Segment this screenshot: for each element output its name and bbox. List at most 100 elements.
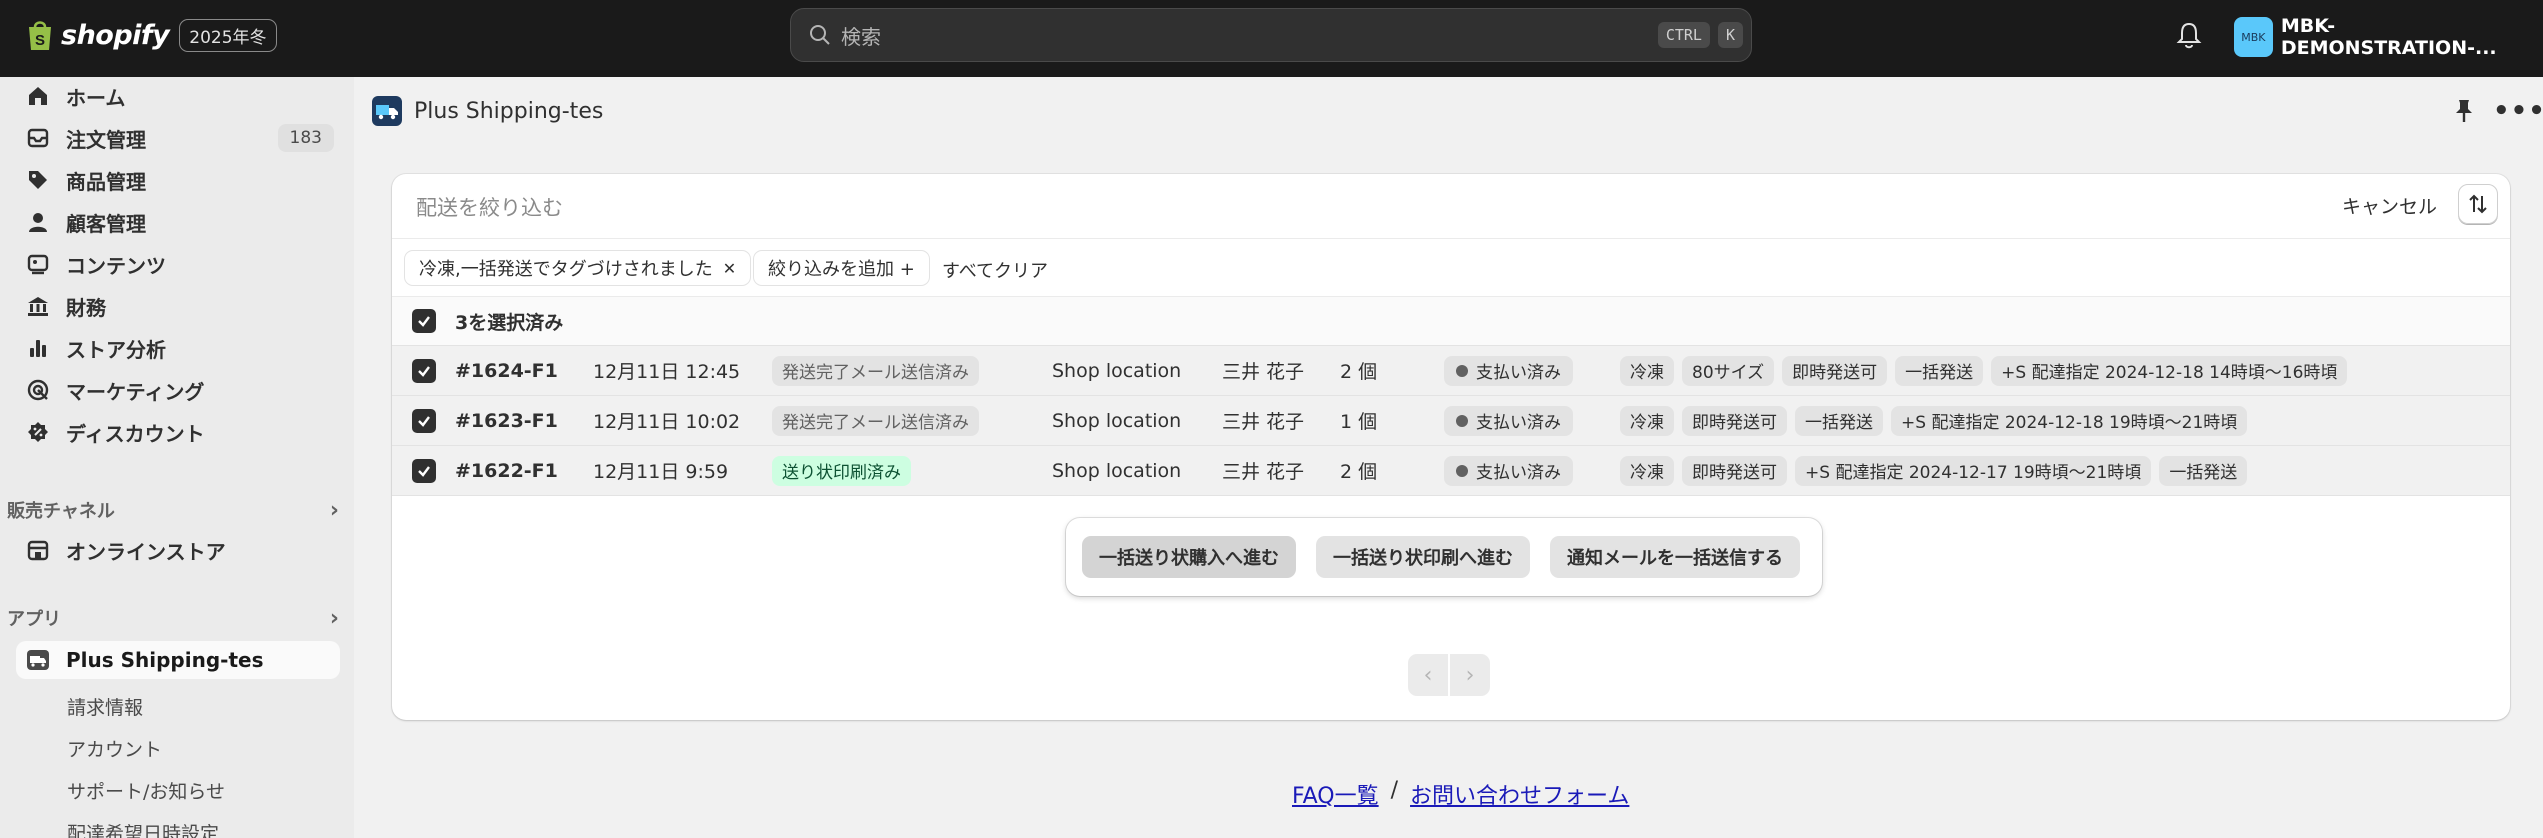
- chevron-right-icon: ›: [329, 605, 339, 631]
- footer-links: FAQ一覧 / お問い合わせフォーム: [1292, 778, 1629, 810]
- table-row[interactable]: #1624-F1 12月11日 12:45 発送完了メール送信済み Shop l…: [392, 346, 2510, 396]
- select-all-checkbox[interactable]: [412, 309, 436, 333]
- home-icon: [29, 87, 47, 105]
- sidebar-item-analytics[interactable]: ストア分析: [16, 329, 340, 367]
- sidebar-item-products[interactable]: 商品管理: [16, 161, 340, 199]
- active-filter-chip[interactable]: 冷凍,一括発送でタグづけされました ✕: [404, 250, 752, 286]
- global-search[interactable]: 検索 CTRL K: [790, 8, 1752, 62]
- sub-item-support[interactable]: サポート/お知らせ: [67, 777, 225, 804]
- app-header: Plus Shipping-tes: [372, 96, 603, 126]
- order-number[interactable]: #1624-F1: [455, 360, 558, 382]
- customer-name: 三井 花子: [1222, 411, 1305, 433]
- location: Shop location: [1052, 359, 1182, 382]
- store-avatar: MBK: [2234, 17, 2273, 57]
- tag: 一括発送: [2159, 455, 2248, 486]
- sidebar-item-online-store[interactable]: オンラインストア: [16, 531, 340, 569]
- tag: 冷凍: [1620, 405, 1674, 436]
- edition-badge[interactable]: 2025年冬: [179, 18, 277, 52]
- sidebar-item-home[interactable]: ホーム: [16, 77, 340, 115]
- svg-text:S: S: [35, 32, 45, 49]
- tag: 冷凍: [1620, 355, 1674, 386]
- person-icon: [29, 213, 47, 232]
- tag: 即時発送可: [1782, 355, 1888, 386]
- sidebar-item-plus-shipping[interactable]: Plus Shipping-tes: [16, 641, 340, 679]
- row-checkbox[interactable]: [412, 408, 436, 433]
- bulk-print-labels-button[interactable]: 一括送り状印刷へ進む: [1316, 536, 1530, 578]
- clear-all-button[interactable]: すべてクリア: [942, 257, 1048, 283]
- sub-item-billing[interactable]: 請求情報: [67, 693, 143, 720]
- sub-item-delivery-settings[interactable]: 配達希望日時設定: [67, 819, 219, 838]
- row-checkbox[interactable]: [412, 358, 436, 383]
- sidebar-item-discounts[interactable]: ディスカウント: [16, 413, 340, 451]
- more-actions-icon[interactable]: •••: [2493, 96, 2543, 126]
- row-checkbox[interactable]: [412, 458, 436, 483]
- sidebar-item-label: 注文管理: [66, 127, 146, 152]
- next-page-icon[interactable]: ›: [1450, 654, 1490, 696]
- tag-list: 冷凍 即時発送可 一括発送 +S 配達指定 2024-12-18 19時頃〜21…: [1620, 405, 2248, 436]
- location: Shop location: [1052, 459, 1182, 482]
- tag: 一括発送: [1895, 355, 1984, 386]
- payment-status-badge: 支払い済み: [1444, 355, 1573, 386]
- contact-form-link[interactable]: お問い合わせフォーム: [1410, 778, 1629, 810]
- sidebar-item-content[interactable]: コンテンツ: [16, 245, 340, 283]
- shipments-card: 配送を絞り込む キャンセル 冷凍,一括発送でタグづけされました ✕ 絞り込みを追…: [392, 174, 2510, 720]
- tag-list: 冷凍 即時発送可 +S 配達指定 2024-12-17 19時頃〜21時頃 一括…: [1620, 455, 2248, 486]
- tag: +S 配達指定 2024-12-17 19時頃〜21時頃: [1795, 455, 2152, 486]
- tag: 即時発送可: [1682, 405, 1787, 436]
- prev-page-icon[interactable]: ‹: [1408, 654, 1448, 696]
- sidebar-item-label: ディスカウント: [66, 421, 205, 446]
- order-number[interactable]: #1622-F1: [455, 460, 558, 482]
- orders-count-badge: 183: [277, 124, 334, 152]
- sidebar-item-customers[interactable]: 顧客管理: [16, 203, 340, 241]
- shortcut-key-ctrl: CTRL: [1657, 22, 1710, 48]
- chevron-right-icon: ›: [329, 497, 339, 523]
- payment-status-label: 支払い済み: [1476, 413, 1561, 433]
- selected-count: 3を選択済み: [455, 311, 564, 334]
- apps-label: アプリ: [7, 609, 61, 630]
- tag: 即時発送可: [1682, 455, 1787, 486]
- sidebar: ホーム 注文管理 183 商品管理 顧客管理 コンテンツ 財務 ストア分析 マー…: [0, 77, 354, 838]
- status-dot-icon: [1456, 414, 1468, 427]
- search-icon: [810, 25, 830, 45]
- item-quantity: 1 個: [1340, 411, 1378, 433]
- bulk-purchase-labels-button[interactable]: 一括送り状購入へ進む: [1082, 536, 1296, 578]
- table-row[interactable]: #1623-F1 12月11日 10:02 発送完了メール送信済み Shop l…: [392, 396, 2510, 446]
- bulk-send-notifications-button[interactable]: 通知メールを一括送信する: [1550, 536, 1800, 578]
- status-badge: 発送完了メール送信済み: [772, 405, 979, 436]
- sidebar-item-label: オンラインストア: [66, 539, 226, 564]
- app-truck-icon: [27, 650, 49, 670]
- tag: +S 配達指定 2024-12-18 19時頃〜21時頃: [1891, 405, 2248, 436]
- status-dot-icon: [1456, 364, 1468, 377]
- store-menu[interactable]: MBK MBK-DEMONSTRATION-...: [2234, 15, 2543, 59]
- status-dot-icon: [1456, 464, 1468, 477]
- payment-status-label: 支払い済み: [1476, 463, 1561, 483]
- item-quantity: 2 個: [1340, 361, 1378, 383]
- faq-link[interactable]: FAQ一覧: [1292, 778, 1379, 810]
- order-number[interactable]: #1623-F1: [455, 410, 558, 432]
- sidebar-item-finance[interactable]: 財務: [16, 287, 340, 325]
- orders-icon: [27, 128, 49, 148]
- shopify-logo[interactable]: S shopify 2025年冬: [25, 18, 277, 52]
- notification-bell-icon[interactable]: [2175, 20, 2203, 50]
- table-row[interactable]: #1622-F1 12月11日 9:59 送り状印刷済み Shop locati…: [392, 446, 2510, 496]
- customer-name: 三井 花子: [1222, 361, 1305, 383]
- sidebar-item-orders[interactable]: 注文管理 183: [16, 119, 340, 157]
- sidebar-item-label: マーケティング: [66, 379, 205, 404]
- tag: +S 配達指定 2024-12-18 14時頃〜16時頃: [1991, 355, 2348, 386]
- order-date: 12月11日 12:45: [593, 361, 741, 383]
- sub-item-account[interactable]: アカウント: [67, 735, 162, 762]
- payment-status-badge: 支払い済み: [1444, 455, 1573, 486]
- apps-heading[interactable]: アプリ ›: [7, 605, 347, 631]
- pin-icon[interactable]: [2453, 98, 2475, 124]
- add-filter-button[interactable]: 絞り込みを追加 +: [753, 250, 930, 286]
- sidebar-item-label: コンテンツ: [66, 253, 166, 278]
- item-quantity: 2 個: [1340, 461, 1378, 483]
- sales-channels-heading[interactable]: 販売チャネル ›: [7, 497, 347, 523]
- sort-button[interactable]: [2458, 184, 2498, 224]
- filter-input[interactable]: 配送を絞り込む: [416, 192, 563, 222]
- cancel-button[interactable]: キャンセル: [2342, 192, 2437, 219]
- remove-filter-icon[interactable]: ✕: [723, 259, 736, 278]
- check-icon: [418, 365, 430, 377]
- sidebar-item-label: 顧客管理: [66, 211, 146, 236]
- sidebar-item-marketing[interactable]: マーケティング: [16, 371, 340, 409]
